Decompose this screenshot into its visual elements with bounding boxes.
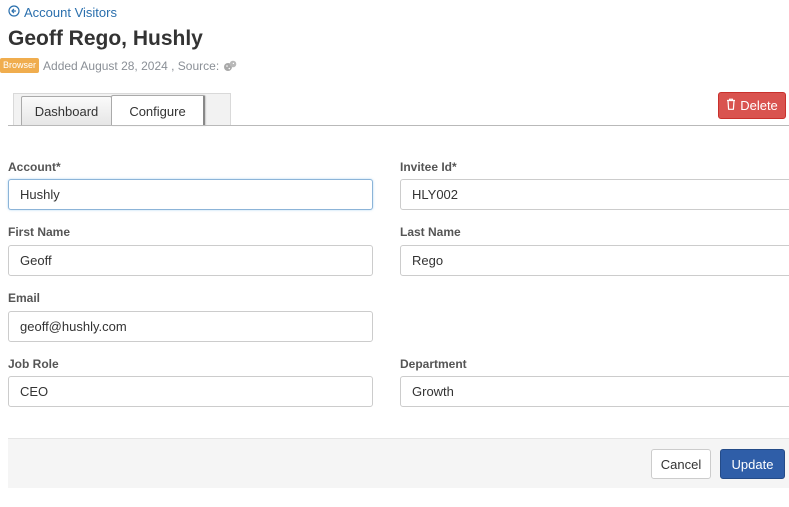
email-label: Email [8, 291, 41, 305]
added-text: Added August 28, 2024 , Source: [43, 58, 220, 73]
cancel-button[interactable]: Cancel [651, 449, 711, 479]
last-name-label: Last Name [400, 225, 461, 239]
cookie-icon [223, 59, 238, 72]
tabs-divider [8, 125, 789, 126]
account-label: Account* [8, 160, 61, 174]
back-link-label: Account Visitors [24, 5, 117, 20]
back-link-account-visitors[interactable]: Account Visitors [8, 5, 117, 20]
visitor-meta: Browser Added August 28, 2024 , Source: [0, 58, 238, 73]
tab-dashboard-label: Dashboard [34, 103, 99, 119]
tab-configure[interactable]: Configure [111, 95, 205, 126]
delete-button[interactable]: Delete [718, 92, 786, 119]
trash-icon [726, 98, 736, 113]
department-input[interactable] [400, 376, 789, 407]
arrow-left-circle-icon [8, 5, 20, 20]
delete-label: Delete [740, 98, 778, 113]
first-name-input[interactable] [8, 245, 373, 276]
last-name-input[interactable] [400, 245, 789, 276]
tab-dashboard[interactable]: Dashboard [21, 96, 112, 125]
job-role-input[interactable] [8, 376, 373, 407]
invitee-id-input[interactable] [400, 179, 789, 210]
department-label: Department [400, 357, 467, 371]
browser-badge: Browser [0, 58, 40, 73]
email-input[interactable] [8, 311, 373, 342]
invitee-id-label: Invitee Id* [400, 160, 457, 174]
tab-configure-label: Configure [129, 103, 186, 119]
page-title: Geoff Rego, Hushly [8, 27, 203, 50]
first-name-label: First Name [8, 225, 71, 239]
account-input[interactable] [8, 179, 373, 210]
update-button[interactable]: Update [720, 449, 785, 479]
job-role-label: Job Role [8, 357, 59, 371]
